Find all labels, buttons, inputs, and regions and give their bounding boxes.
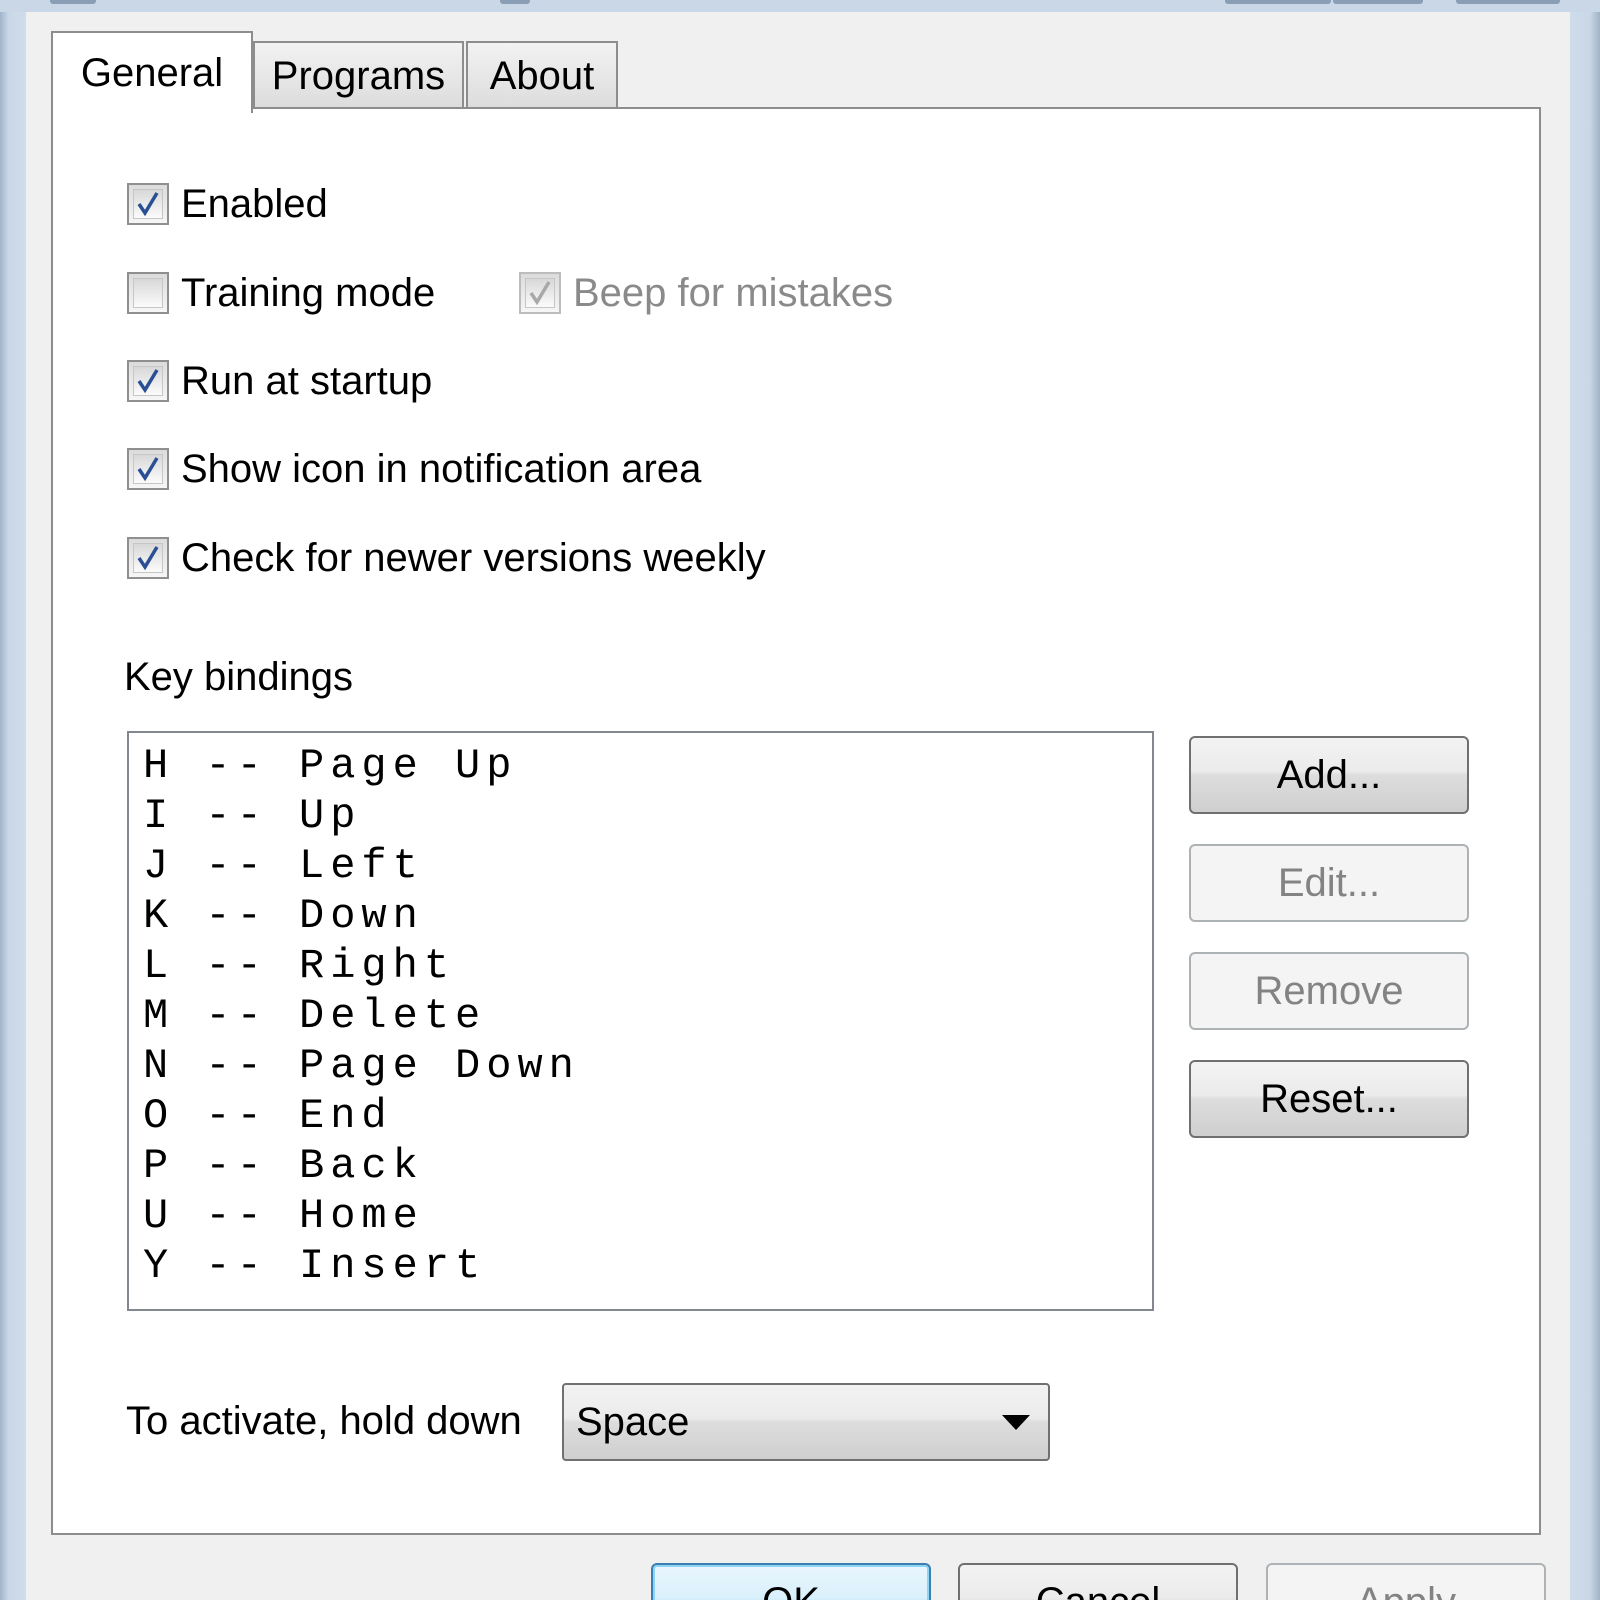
tab-about[interactable]: About: [466, 41, 618, 109]
add-binding-button[interactable]: Add...: [1189, 736, 1469, 814]
list-item[interactable]: U -- Home: [143, 1191, 1138, 1241]
checkmark-icon: [137, 192, 159, 217]
list-item[interactable]: I -- Up: [143, 791, 1138, 841]
tab-general[interactable]: General: [51, 31, 253, 113]
edit-binding-button[interactable]: Edit...: [1189, 844, 1469, 922]
run-at-startup-label: Run at startup: [181, 358, 433, 403]
list-item[interactable]: J -- Left: [143, 841, 1138, 891]
remove-binding-button[interactable]: Remove: [1189, 952, 1469, 1030]
window-frame-right: [1570, 0, 1600, 1600]
check-updates-checkbox[interactable]: [127, 537, 169, 579]
ok-button[interactable]: OK: [651, 1563, 931, 1600]
reset-bindings-button[interactable]: Reset...: [1189, 1060, 1469, 1138]
beep-for-mistakes-checkbox[interactable]: [519, 272, 561, 314]
list-item[interactable]: M -- Delete: [143, 991, 1138, 1041]
maximize-button[interactable]: [1333, 0, 1423, 4]
key-bindings-list[interactable]: H -- Page Up I -- Up J -- Left K -- Down…: [127, 731, 1154, 1311]
run-at-startup-option[interactable]: Run at startup: [127, 356, 432, 406]
checkmark-icon: [529, 281, 551, 306]
training-mode-option[interactable]: Training mode: [127, 268, 435, 318]
tab-about-label: About: [489, 53, 595, 98]
list-item[interactable]: L -- Right: [143, 941, 1138, 991]
run-at-startup-checkbox[interactable]: [127, 360, 169, 402]
check-updates-label: Check for newer versions weekly: [181, 535, 766, 580]
show-icon-label: Show icon in notification area: [181, 446, 702, 491]
list-item[interactable]: P -- Back: [143, 1141, 1138, 1191]
checkmark-icon: [137, 457, 159, 482]
activation-key-value: Space: [576, 1399, 690, 1444]
title-bar-edge: [500, 0, 530, 4]
show-icon-checkbox[interactable]: [127, 448, 169, 490]
training-mode-checkbox[interactable]: [127, 272, 169, 314]
tab-programs[interactable]: Programs: [253, 41, 464, 109]
list-item[interactable]: O -- End: [143, 1091, 1138, 1141]
tab-programs-label: Programs: [271, 53, 446, 98]
activation-key-dropdown[interactable]: Space: [562, 1383, 1050, 1461]
window-frame-left: [0, 0, 26, 1600]
list-item[interactable]: H -- Page Up: [143, 741, 1138, 791]
training-mode-label: Training mode: [181, 270, 436, 315]
activation-label: To activate, hold down: [126, 1399, 522, 1443]
checkmark-icon: [137, 369, 159, 394]
beep-for-mistakes-label: Beep for mistakes: [573, 270, 894, 315]
check-updates-option[interactable]: Check for newer versions weekly: [127, 533, 766, 583]
list-item[interactable]: N -- Page Down: [143, 1041, 1138, 1091]
chevron-down-icon: [1002, 1415, 1030, 1430]
window-frame-top: [0, 0, 1600, 12]
show-icon-option[interactable]: Show icon in notification area: [127, 444, 701, 494]
apply-button[interactable]: Apply: [1266, 1563, 1546, 1600]
list-item[interactable]: K -- Down: [143, 891, 1138, 941]
key-bindings-heading: Key bindings: [124, 655, 354, 699]
beep-for-mistakes-option[interactable]: Beep for mistakes: [519, 268, 893, 318]
enabled-checkbox[interactable]: [127, 183, 169, 225]
checkmark-icon: [137, 546, 159, 571]
title-bar-edge: [50, 0, 96, 4]
enabled-label: Enabled: [181, 181, 328, 226]
list-item[interactable]: Y -- Insert: [143, 1241, 1138, 1291]
close-button[interactable]: [1456, 0, 1560, 4]
cancel-button[interactable]: Cancel: [958, 1563, 1238, 1600]
enabled-option[interactable]: Enabled: [127, 179, 328, 229]
tab-general-label: General: [80, 50, 224, 95]
minimize-button[interactable]: [1225, 0, 1331, 4]
